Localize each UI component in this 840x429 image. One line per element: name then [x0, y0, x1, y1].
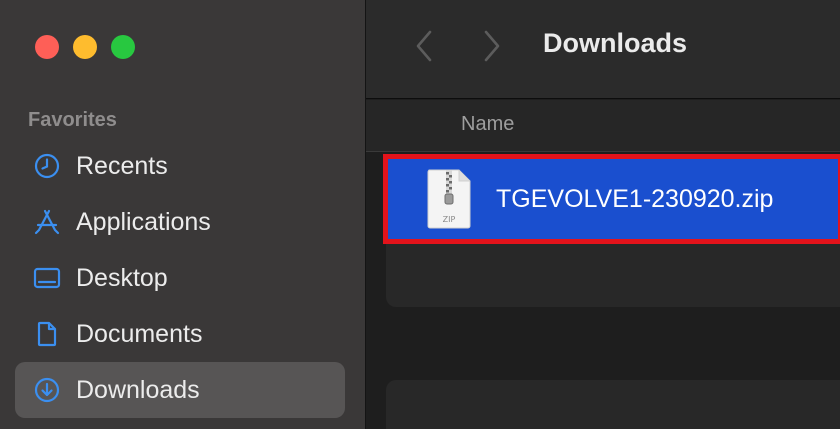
- sidebar-item-label: Desktop: [76, 263, 168, 292]
- close-window-button[interactable]: [35, 35, 59, 59]
- back-button[interactable]: [406, 26, 442, 66]
- sidebar-item-downloads[interactable]: Downloads: [15, 362, 345, 418]
- sidebar-item-desktop[interactable]: Desktop: [15, 250, 345, 306]
- main-content: Downloads Name ZIP TGEVOLVE1-230920.zip: [366, 0, 840, 429]
- sidebar-item-label: Downloads: [76, 375, 200, 404]
- toolbar: Downloads: [366, 0, 840, 99]
- sidebar: Favorites Recents Applications Desktop D…: [0, 0, 366, 429]
- applications-icon: [33, 208, 61, 236]
- window-title: Downloads: [543, 28, 688, 58]
- window-controls: [35, 35, 135, 59]
- sidebar-item-documents[interactable]: Documents: [15, 306, 345, 362]
- minimize-window-button[interactable]: [73, 35, 97, 59]
- column-header-row: Name: [366, 100, 840, 152]
- sidebar-item-recents[interactable]: Recents: [15, 138, 345, 194]
- chevron-right-icon: [484, 30, 500, 62]
- zoom-window-button[interactable]: [111, 35, 135, 59]
- sidebar-item-label: Recents: [76, 151, 168, 180]
- finder-window: Favorites Recents Applications Desktop D…: [0, 0, 840, 429]
- file-name: TGEVOLVE1-230920.zip: [496, 184, 774, 213]
- file-row-selected[interactable]: ZIP TGEVOLVE1-230920.zip: [383, 154, 840, 244]
- download-icon: [33, 376, 61, 404]
- secondary-panel: [386, 380, 840, 429]
- sidebar-section-favorites: Favorites: [28, 109, 117, 131]
- forward-button[interactable]: [474, 26, 510, 66]
- zip-archive-icon: ZIP: [426, 168, 472, 230]
- file-icon-label: ZIP: [442, 215, 456, 224]
- document-icon: [33, 320, 61, 348]
- sidebar-item-applications[interactable]: Applications: [15, 194, 345, 250]
- desktop-icon: [33, 264, 61, 292]
- sidebar-list: Recents Applications Desktop Documents D…: [15, 138, 345, 418]
- column-header-name[interactable]: Name: [461, 113, 514, 136]
- sidebar-item-label: Applications: [76, 207, 211, 236]
- sidebar-item-label: Documents: [76, 319, 203, 348]
- clock-icon: [33, 152, 61, 180]
- chevron-left-icon: [416, 30, 432, 62]
